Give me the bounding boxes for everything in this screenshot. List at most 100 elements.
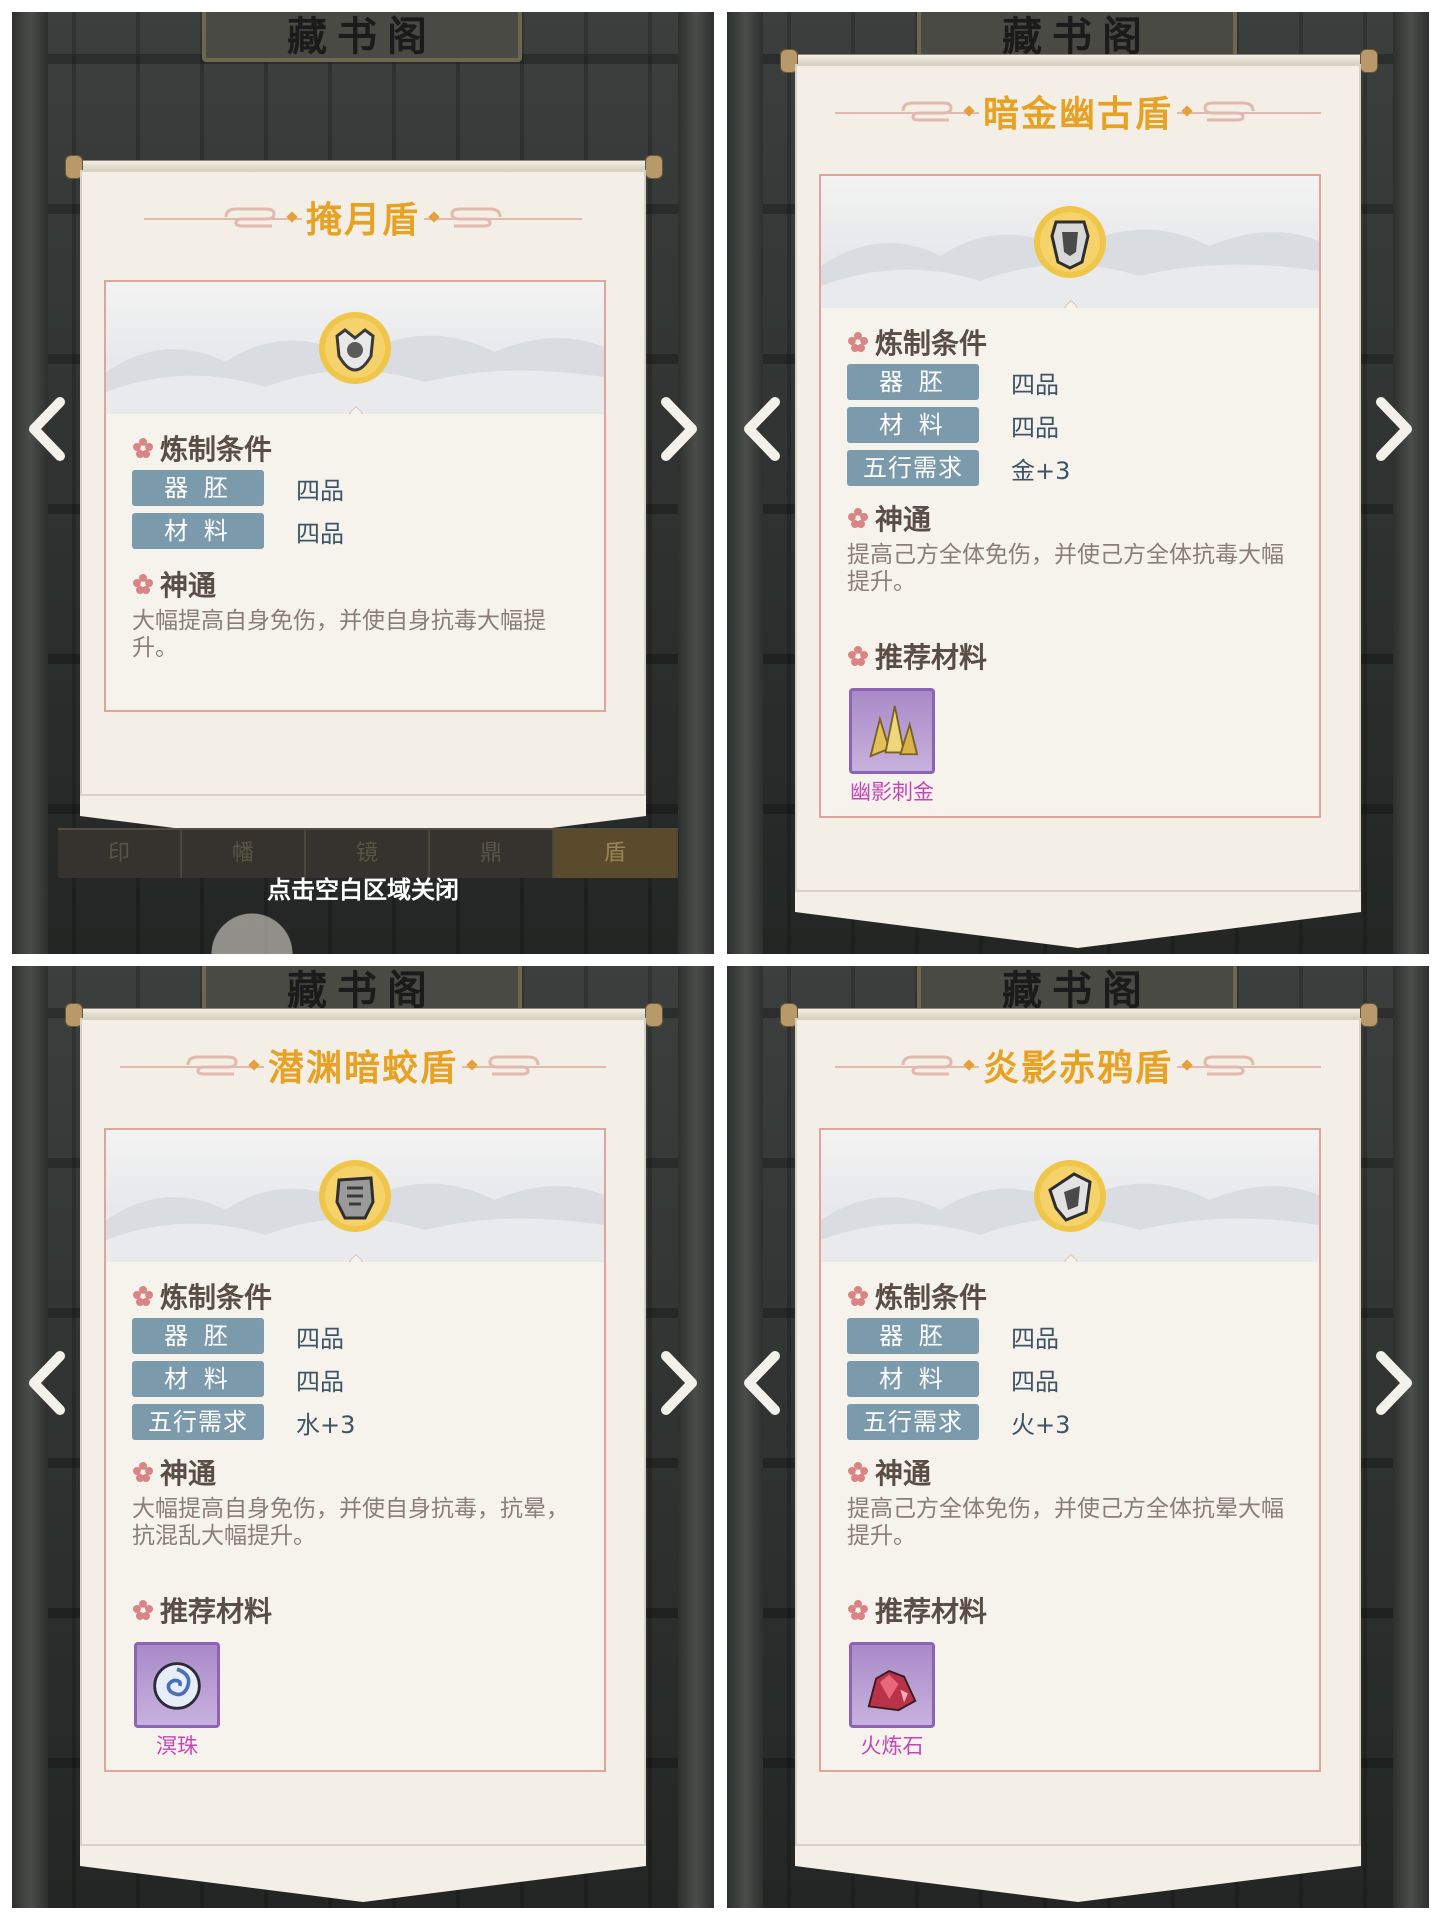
pillar bbox=[12, 966, 48, 1908]
diamond-ornament-icon bbox=[963, 105, 975, 117]
section-header: 炼制条件 bbox=[847, 1276, 987, 1316]
pillar bbox=[727, 966, 763, 1908]
close-hint[interactable]: 点击空白区域关闭 bbox=[12, 870, 714, 905]
swirl-ornament-icon bbox=[488, 1055, 540, 1076]
prev-arrow-button[interactable] bbox=[20, 394, 76, 464]
abyss-dragon-shield-icon bbox=[315, 1156, 395, 1236]
flower-icon bbox=[848, 508, 868, 528]
requirement-value: 四品 bbox=[296, 1324, 344, 1353]
requirement-row: 器 胚 四品 bbox=[847, 364, 1059, 400]
item-card: 炼制条件 器 胚 四品 材 料 四品 五行需求 水+3 神通 大幅提高自身免伤，… bbox=[104, 1128, 606, 1772]
requirement-value: 四品 bbox=[296, 476, 344, 505]
requirement-row: 器 胚 四品 bbox=[132, 470, 344, 506]
flower-icon bbox=[133, 574, 153, 594]
gold-crystal-icon bbox=[849, 688, 935, 774]
flower-icon bbox=[133, 1462, 153, 1482]
rod-knob bbox=[645, 1003, 663, 1027]
next-arrow-button[interactable] bbox=[650, 394, 706, 464]
flower-icon bbox=[133, 1600, 153, 1620]
requirement-value: 四品 bbox=[1011, 1324, 1059, 1353]
moon-shield-icon bbox=[315, 308, 395, 388]
material-item[interactable]: 火炼石 bbox=[847, 1642, 937, 1760]
swirl-ornament-icon bbox=[901, 101, 953, 122]
next-arrow-button[interactable] bbox=[650, 1348, 706, 1418]
item-banner bbox=[821, 176, 1319, 308]
material-name: 幽影刺金 bbox=[850, 780, 934, 804]
section-header: 推荐材料 bbox=[847, 1590, 987, 1630]
chevron-left-icon bbox=[744, 1351, 780, 1415]
flower-icon bbox=[133, 1286, 153, 1306]
section-header: 神通 bbox=[132, 1452, 216, 1492]
requirement-tag: 器 胚 bbox=[847, 1318, 979, 1354]
diamond-ornament-icon bbox=[248, 1059, 260, 1071]
title-row: 暗金幽古盾 bbox=[795, 85, 1361, 137]
section-title: 推荐材料 bbox=[875, 641, 988, 674]
prev-arrow-button[interactable] bbox=[735, 1348, 791, 1418]
requirement-row: 五行需求 金+3 bbox=[847, 450, 1070, 486]
requirement-value: 金+3 bbox=[1011, 456, 1071, 485]
swirl-ornament-icon bbox=[1203, 101, 1255, 122]
requirement-value: 四品 bbox=[296, 519, 344, 548]
character-silhouette bbox=[192, 894, 312, 954]
requirement-tag: 五行需求 bbox=[132, 1404, 264, 1440]
chevron-left-icon bbox=[29, 1351, 65, 1415]
diamond-ornament-icon bbox=[286, 211, 298, 223]
diamond-ornament-icon bbox=[1181, 1059, 1193, 1071]
requirement-row: 五行需求 水+3 bbox=[132, 1404, 355, 1440]
requirement-row: 器 胚 四品 bbox=[847, 1318, 1059, 1354]
section-title: 推荐材料 bbox=[160, 1595, 273, 1628]
scroll-paper: 暗金幽古盾 炼制条件 器 胚 四品 材 料 四品 五行需求 金+3 神通 提高己… bbox=[795, 64, 1361, 892]
next-arrow-button[interactable] bbox=[1365, 394, 1421, 464]
rod-knob bbox=[1360, 49, 1378, 73]
requirement-tag: 五行需求 bbox=[847, 1404, 979, 1440]
pillar bbox=[12, 12, 48, 954]
material-item[interactable]: 幽影刺金 bbox=[847, 688, 937, 806]
skill-description: 提高己方全体免伤，并使己方全体抗晕大幅提升。 bbox=[847, 1496, 1284, 1549]
requirement-value: 四品 bbox=[296, 1367, 344, 1396]
section-header: 炼制条件 bbox=[847, 322, 987, 362]
prev-arrow-button[interactable] bbox=[735, 394, 791, 464]
section-title: 神通 bbox=[160, 569, 217, 602]
pillar bbox=[727, 12, 763, 954]
material-item[interactable]: 溟珠 bbox=[132, 1642, 222, 1760]
flower-icon bbox=[848, 1462, 868, 1482]
flower-icon bbox=[848, 1600, 868, 1620]
item-title: 掩月盾 bbox=[301, 191, 424, 243]
section-header: 炼制条件 bbox=[132, 428, 272, 468]
rod-knob bbox=[1360, 1003, 1378, 1027]
pillar bbox=[678, 966, 714, 1908]
requirement-value: 水+3 bbox=[296, 1410, 356, 1439]
screenshot-panel-3: 藏书阁 潜渊暗蛟盾 炼制条件 器 胚 四品 材 料 四品 五行需求 水+3 神通… bbox=[12, 966, 714, 1908]
requirement-value: 火+3 bbox=[1011, 1410, 1071, 1439]
pillar bbox=[678, 12, 714, 954]
prev-arrow-button[interactable] bbox=[20, 1348, 76, 1418]
hall-sign: 藏书阁 bbox=[287, 14, 437, 60]
title-row: 潜渊暗蛟盾 bbox=[80, 1039, 646, 1091]
section-title: 神通 bbox=[875, 503, 932, 536]
material-name: 火炼石 bbox=[860, 1734, 924, 1758]
item-title: 潜渊暗蛟盾 bbox=[263, 1039, 462, 1091]
screenshot-panel-4: 藏书阁 炎影赤鸦盾 炼制条件 器 胚 四品 材 料 四品 五行需求 火+3 神通… bbox=[727, 966, 1429, 1908]
flower-icon bbox=[133, 438, 153, 458]
requirement-row: 材 料 四品 bbox=[847, 1361, 1059, 1397]
chevron-left-icon bbox=[744, 397, 780, 461]
scroll-tail bbox=[795, 892, 1361, 952]
section-header: 神通 bbox=[847, 1452, 931, 1492]
section-title: 神通 bbox=[875, 1457, 932, 1490]
swirl-ornament-icon bbox=[186, 1055, 238, 1076]
section-header: 推荐材料 bbox=[847, 636, 987, 676]
section-title: 推荐材料 bbox=[875, 1595, 988, 1628]
fire-stone-icon bbox=[849, 1642, 935, 1728]
scroll-paper: 潜渊暗蛟盾 炼制条件 器 胚 四品 材 料 四品 五行需求 水+3 神通 大幅提… bbox=[80, 1018, 646, 1846]
diamond-ornament-icon bbox=[1181, 105, 1193, 117]
item-card: 炼制条件 器 胚 四品 材 料 四品 神通 大幅提高自身免伤，并使自身抗毒大幅提… bbox=[104, 280, 606, 712]
skill-description: 大幅提高自身免伤，并使自身抗毒大幅提升。 bbox=[132, 608, 546, 661]
diamond-ornament-icon bbox=[428, 211, 440, 223]
section-title: 炼制条件 bbox=[875, 327, 988, 360]
chevron-right-icon bbox=[1376, 1351, 1412, 1415]
dark-gold-shield-icon bbox=[1030, 202, 1110, 282]
requirement-row: 材 料 四品 bbox=[132, 1361, 344, 1397]
section-title: 神通 bbox=[160, 1457, 217, 1490]
item-banner bbox=[106, 1130, 604, 1262]
next-arrow-button[interactable] bbox=[1365, 1348, 1421, 1418]
